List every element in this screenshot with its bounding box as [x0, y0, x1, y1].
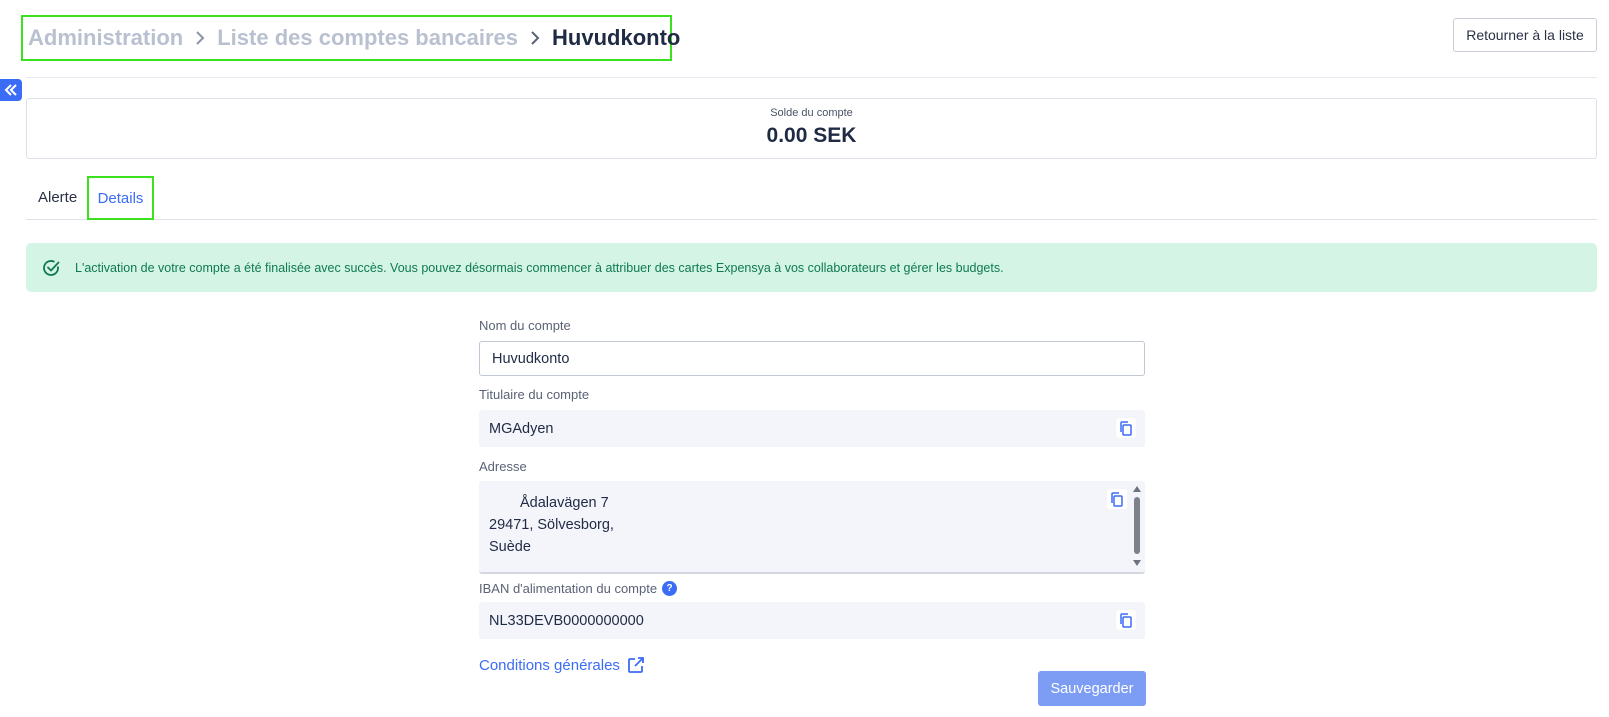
balance-value: 0.00 SEK — [766, 124, 857, 147]
balance-card: Solde du compte 0.00 SEK — [26, 98, 1597, 159]
tab-details[interactable]: Details — [87, 176, 154, 220]
terms-link-label: Conditions générales — [479, 656, 620, 674]
iban-label: IBAN d'alimentation du compte ? — [479, 581, 678, 596]
double-chevron-left-icon — [4, 84, 17, 96]
breadcrumb: Administration Liste des comptes bancair… — [21, 15, 680, 61]
address-line-3: Suède — [489, 539, 531, 555]
breadcrumb-current: Huvudkonto — [552, 25, 681, 50]
address-line-2: 29471, Sölvesborg, — [489, 517, 614, 533]
account-holder-field: MGAdyen — [479, 410, 1145, 447]
chevron-right-icon — [194, 30, 206, 46]
iban-field: NL33DEVB0000000000 — [479, 602, 1145, 639]
copy-icon — [1120, 612, 1132, 628]
copy-iban-button[interactable] — [1116, 610, 1136, 630]
account-name-label: Nom du compte — [479, 318, 571, 333]
external-link-icon — [628, 657, 644, 673]
tab-bar: Alerte Details — [26, 176, 1597, 220]
iban-value: NL33DEVB0000000000 — [489, 612, 644, 629]
account-holder-label: Titulaire du compte — [479, 387, 590, 402]
copy-address-button[interactable] — [1107, 489, 1127, 509]
tab-alerte[interactable]: Alerte — [38, 176, 77, 219]
account-holder-value: MGAdyen — [489, 420, 554, 437]
breadcrumb-item-administration[interactable]: Administration — [28, 25, 183, 51]
account-name-input[interactable] — [479, 341, 1145, 376]
success-alert-message: L'activation de votre compte a été final… — [75, 260, 1004, 275]
address-label: Adresse — [479, 459, 527, 474]
address-line-1: Ådalavägen 7 — [520, 495, 609, 511]
chevron-right-icon — [529, 30, 541, 46]
scroll-down-icon[interactable] — [1133, 560, 1141, 566]
address-field[interactable]: Ådalavägen 7 29471, Sölvesborg, Suède — [479, 481, 1145, 574]
copy-icon — [1111, 491, 1123, 507]
breadcrumb-item-bank-accounts[interactable]: Liste des comptes bancaires — [217, 25, 518, 51]
address-scrollbar[interactable] — [1132, 484, 1142, 568]
copy-icon — [1120, 420, 1132, 436]
page: Administration Liste des comptes bancair… — [0, 0, 1609, 717]
iban-label-text: IBAN d'alimentation du compte — [479, 581, 658, 596]
check-circle-icon — [43, 259, 60, 276]
scroll-up-icon[interactable] — [1133, 486, 1141, 492]
save-button[interactable]: Sauvegarder — [1038, 671, 1146, 706]
help-icon[interactable]: ? — [662, 581, 678, 596]
scroll-thumb[interactable] — [1134, 497, 1140, 554]
balance-label: Solde du compte — [770, 107, 853, 119]
sidebar-collapse-button[interactable] — [0, 79, 22, 101]
terms-link[interactable]: Conditions générales — [479, 655, 646, 675]
back-to-list-button[interactable]: Retourner à la liste — [1453, 18, 1597, 52]
success-alert: L'activation de votre compte a été final… — [26, 243, 1597, 292]
copy-account-holder-button[interactable] — [1116, 418, 1136, 438]
header-divider — [26, 77, 1597, 78]
